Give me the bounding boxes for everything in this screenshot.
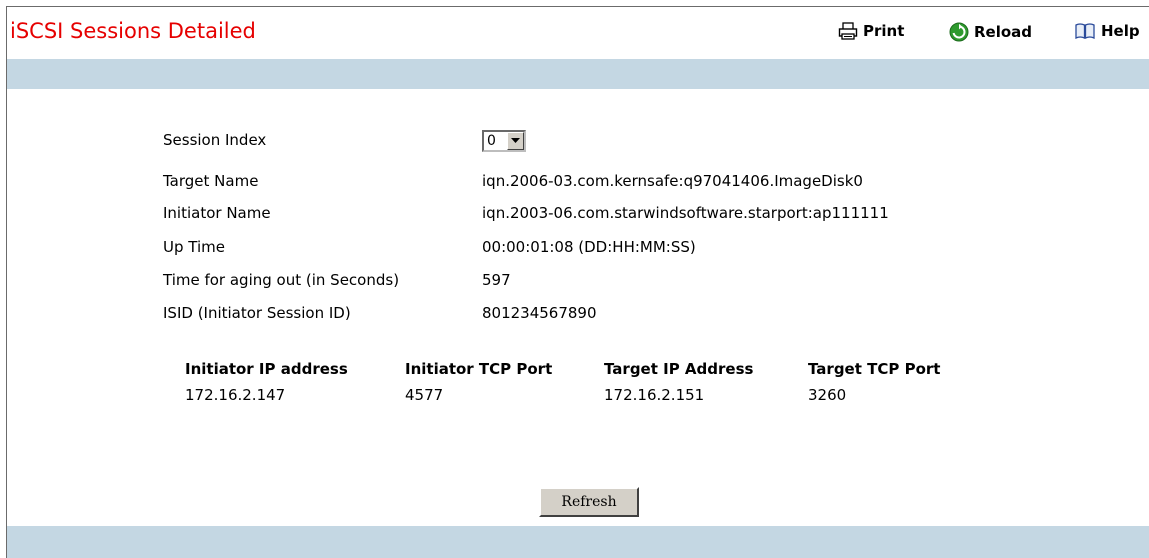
isid-label: ISID (Initiator Session ID) <box>163 304 351 322</box>
column-header-target-ip: Target IP Address <box>604 360 754 378</box>
session-index-value: 0 <box>487 133 496 149</box>
session-index-select[interactable]: 0 <box>482 130 526 152</box>
column-header-target-port: Target TCP Port <box>808 360 941 378</box>
reload-icon <box>949 22 969 42</box>
initiator-name-label: Initiator Name <box>163 204 271 222</box>
book-icon <box>1074 22 1096 40</box>
print-label: Print <box>863 22 905 40</box>
initiator-name-value: iqn.2003-06.com.starwindsoftware.starpor… <box>482 204 889 222</box>
reload-label: Reload <box>974 23 1033 41</box>
cell-target-ip: 172.16.2.151 <box>604 386 705 404</box>
target-name-label: Target Name <box>163 172 259 190</box>
print-button[interactable]: Print <box>838 22 904 40</box>
help-label: Help <box>1101 22 1140 40</box>
cell-initiator-ip: 172.16.2.147 <box>185 386 286 404</box>
column-header-initiator-ip: Initiator IP address <box>185 360 348 378</box>
footer-band <box>7 526 1149 558</box>
aging-out-value: 597 <box>482 271 511 289</box>
header-band <box>7 59 1149 89</box>
session-index-label: Session Index <box>163 131 267 149</box>
chevron-down-icon[interactable] <box>507 132 524 150</box>
toolbar: Print Reload Help <box>0 22 1149 46</box>
aging-out-label: Time for aging out (in Seconds) <box>163 271 400 289</box>
up-time-label: Up Time <box>163 238 225 256</box>
isid-value: 801234567890 <box>482 304 597 322</box>
reload-button[interactable]: Reload <box>949 22 1032 42</box>
cell-target-port: 3260 <box>808 386 847 404</box>
refresh-button[interactable]: Refresh <box>539 487 639 517</box>
cell-initiator-port: 4577 <box>405 386 444 404</box>
column-header-initiator-port: Initiator TCP Port <box>405 360 553 378</box>
help-button[interactable]: Help <box>1074 22 1140 40</box>
printer-icon <box>838 22 858 40</box>
up-time-value: 00:00:01:08 (DD:HH:MM:SS) <box>482 238 696 256</box>
target-name-value: iqn.2006-03.com.kernsafe:q97041406.Image… <box>482 172 863 190</box>
